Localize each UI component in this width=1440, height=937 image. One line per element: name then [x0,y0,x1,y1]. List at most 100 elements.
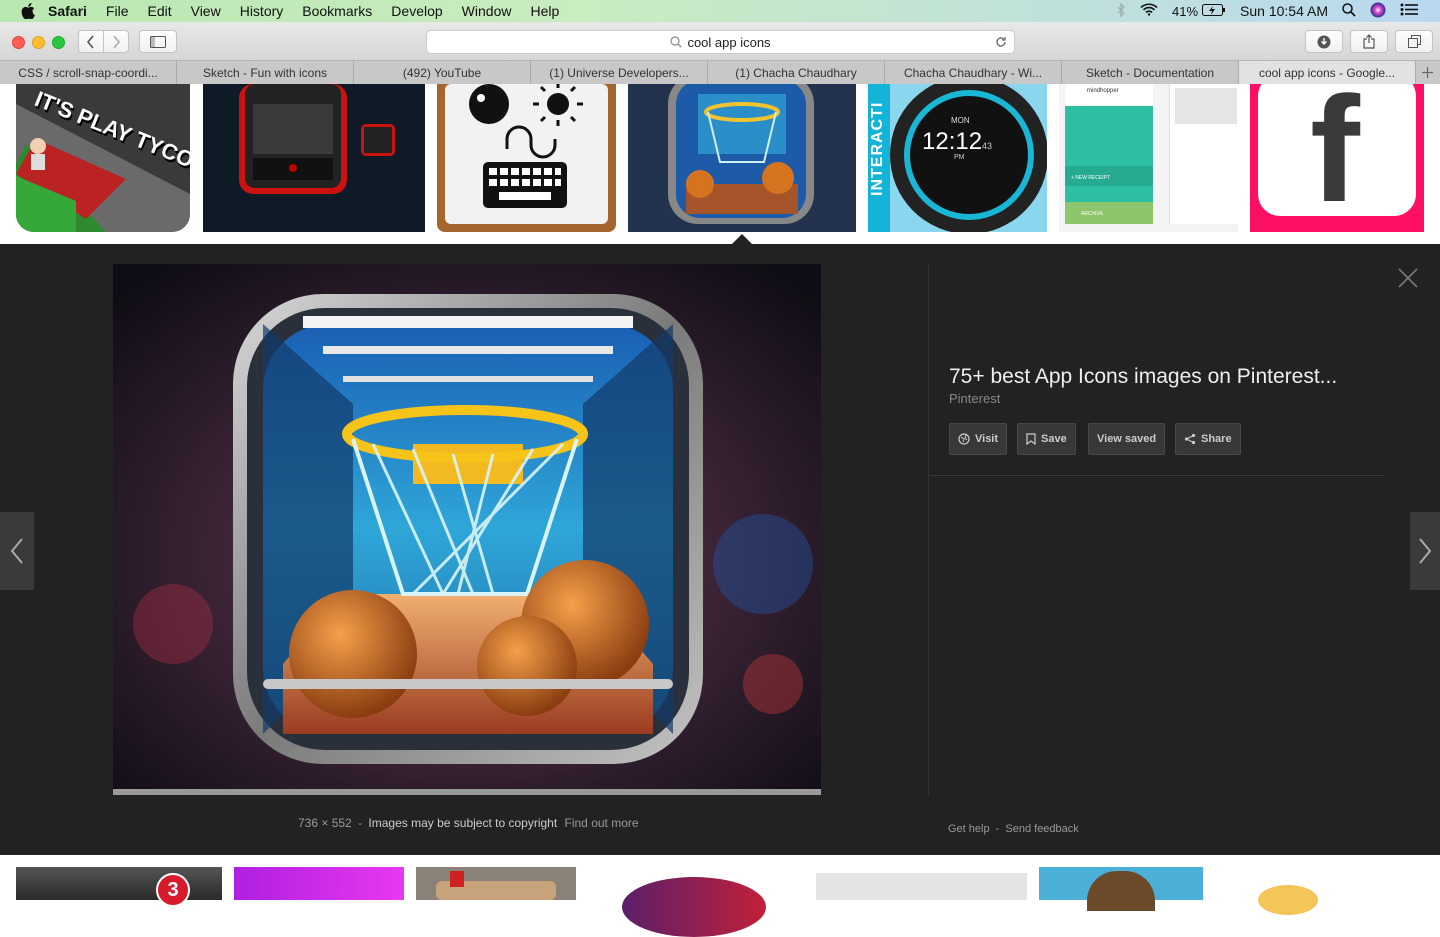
wifi-icon[interactable] [1140,3,1158,19]
horizontal-divider [929,475,1385,476]
bookmark-icon [1026,433,1036,445]
watch-seconds: 43 [982,141,993,151]
facebook-letter: f [1310,84,1360,232]
result-thumbnail[interactable]: INTERACTI MON 12:12 43 PM [868,84,1047,232]
result-source[interactable]: Pinterest [949,391,1000,406]
caption-separator: - [358,816,363,830]
result-thumbnail[interactable]: 3 [16,867,222,907]
help-separator: - [995,823,1000,835]
tab-sketch-documentation[interactable]: Sketch - Documentation [1062,61,1239,84]
watch-day: MON [951,116,970,125]
app-archive: ARCHIVE [1081,211,1104,217]
tab-overview-button[interactable] [1395,30,1433,53]
send-feedback-link[interactable]: Send feedback [1005,823,1078,835]
menu-develop[interactable]: Develop [391,3,442,19]
next-image-button[interactable] [1410,512,1440,590]
tab-css-scroll-snap[interactable]: CSS / scroll-snap-coordi... [0,61,177,84]
app-brand: mindhopper [1087,88,1119,94]
battery-percent: 41% [1172,3,1199,19]
menu-window[interactable]: Window [462,3,512,19]
view-saved-button[interactable]: View saved [1088,423,1166,455]
tabs-icon [1407,35,1421,48]
previous-image-button[interactable] [0,512,34,590]
zoom-window-button[interactable] [52,36,65,49]
copyright-notice: Images may be subject to copyright [368,816,558,830]
minimize-window-button[interactable] [32,36,45,49]
visit-label: Visit [975,433,999,445]
address-bar[interactable]: cool app icons [426,30,1015,54]
battery-icon[interactable] [1202,3,1226,19]
downloads-button[interactable] [1305,30,1343,53]
menu-help[interactable]: Help [530,3,559,19]
globe-icon [958,433,970,445]
siri-icon[interactable] [1370,2,1386,21]
view-saved-label: View saved [1097,433,1157,445]
close-icon [1398,268,1418,288]
vertical-divider [928,264,929,795]
chevron-right-icon [1419,538,1432,564]
result-thumbnail[interactable] [437,84,616,232]
bluetooth-icon[interactable] [1117,2,1126,20]
close-preview-button[interactable] [1398,268,1418,288]
clock[interactable]: Sun 10:54 AM [1240,3,1328,19]
result-thumbnail[interactable]: f [1250,84,1424,232]
result-thumbnail[interactable] [416,867,576,900]
tab-youtube[interactable]: (492) YouTube [354,61,531,84]
image-caption: 736 × 552 - Images may be subject to cop… [298,816,639,830]
result-thumbnail[interactable] [1039,867,1203,911]
app-new-receipt: + NEW RECEIPT [1071,175,1111,181]
apple-icon[interactable] [20,3,36,19]
plus-icon [1421,67,1433,78]
tab-universe-developers[interactable]: (1) Universe Developers... [531,61,708,84]
image-results-row: 3 [0,855,1440,937]
chevron-left-icon [10,538,23,564]
share-icon [1363,34,1375,49]
result-thumbnail[interactable] [234,867,404,900]
sidebar-button[interactable] [139,30,177,53]
reload-icon [996,37,1006,47]
menu-app-name[interactable]: Safari [48,3,87,19]
chevron-left-icon [86,34,94,49]
image-dimensions: 736 × 552 [298,816,352,830]
spotlight-icon[interactable] [1342,2,1356,20]
notification-center-icon[interactable] [1400,3,1418,19]
share-button[interactable] [1350,30,1388,53]
result-title[interactable]: 75+ best App Icons images on Pinterest..… [949,365,1337,389]
share-nodes-icon [1184,433,1196,445]
menu-bookmarks[interactable]: Bookmarks [302,3,372,19]
visit-button[interactable]: Visit [949,423,1008,455]
tab-chacha-chaudhary-wiki[interactable]: Chacha Chaudhary - Wi... [885,61,1062,84]
address-text[interactable]: cool app icons [687,35,770,50]
notification-badge: 3 [156,873,190,907]
result-thumbnail[interactable]: mindhopper + NEW RECEIPT ARCHIVE [1059,84,1238,232]
menu-history[interactable]: History [240,3,284,19]
get-help-link[interactable]: Get help [948,823,990,835]
image-preview-panel: 736 × 552 - Images may be subject to cop… [0,244,1440,855]
save-label: Save [1041,433,1067,445]
new-tab-button[interactable] [1416,61,1438,84]
tab-cool-app-icons[interactable]: cool app icons - Google... [1239,61,1416,84]
tab-sketch-fun-with-icons[interactable]: Sketch - Fun with icons [177,61,354,84]
tab-chacha-chaudhary[interactable]: (1) Chacha Chaudhary [708,61,885,84]
search-icon [670,36,682,48]
chevron-right-icon [113,34,121,49]
menu-edit[interactable]: Edit [147,3,171,19]
menu-file[interactable]: File [106,3,129,19]
share-label: Share [1201,433,1232,445]
sidebar-icon [150,35,166,48]
result-thumbnail[interactable] [1258,885,1318,915]
watch-time: 12:12 [922,128,983,155]
result-thumbnail[interactable] [816,873,1027,900]
result-thumbnail[interactable] [622,877,766,937]
back-button[interactable] [78,30,104,53]
find-out-more-link[interactable]: Find out more [565,816,639,830]
result-thumbnail[interactable] [203,84,425,232]
close-window-button[interactable] [12,36,25,49]
result-thumbnail-selected[interactable] [628,84,856,232]
preview-image[interactable] [113,264,821,795]
menu-view[interactable]: View [191,3,221,19]
share-result-button[interactable]: Share [1175,423,1241,455]
forward-button[interactable] [103,30,129,53]
save-button[interactable]: Save [1017,423,1076,455]
result-thumbnail[interactable]: IT'S PLAY TYCOON [16,84,190,232]
